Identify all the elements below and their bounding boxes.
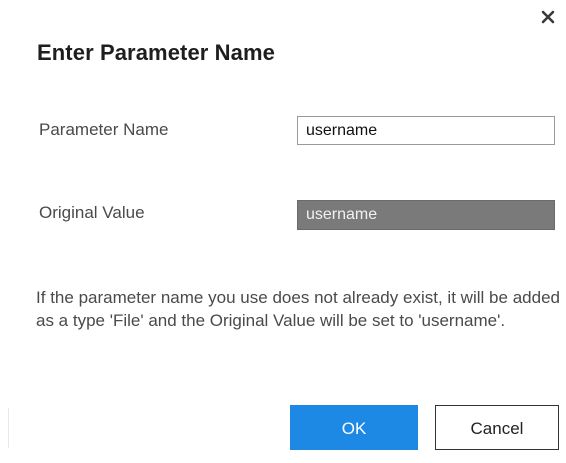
dialog-title: Enter Parameter Name bbox=[37, 40, 276, 65]
close-icon[interactable] bbox=[539, 8, 557, 26]
parameter-name-input[interactable] bbox=[297, 116, 555, 145]
ok-button[interactable]: OK bbox=[290, 405, 418, 450]
cancel-button[interactable]: Cancel bbox=[435, 405, 559, 450]
original-value-label: Original Value bbox=[39, 203, 145, 222]
info-message: If the parameter name you use does not a… bbox=[36, 288, 560, 330]
parameter-name-label: Parameter Name bbox=[39, 120, 169, 139]
original-value-field: username bbox=[297, 200, 555, 230]
divider bbox=[8, 408, 9, 448]
parameter-name-dialog: Enter Parameter Name Parameter Name Orig… bbox=[0, 0, 566, 463]
